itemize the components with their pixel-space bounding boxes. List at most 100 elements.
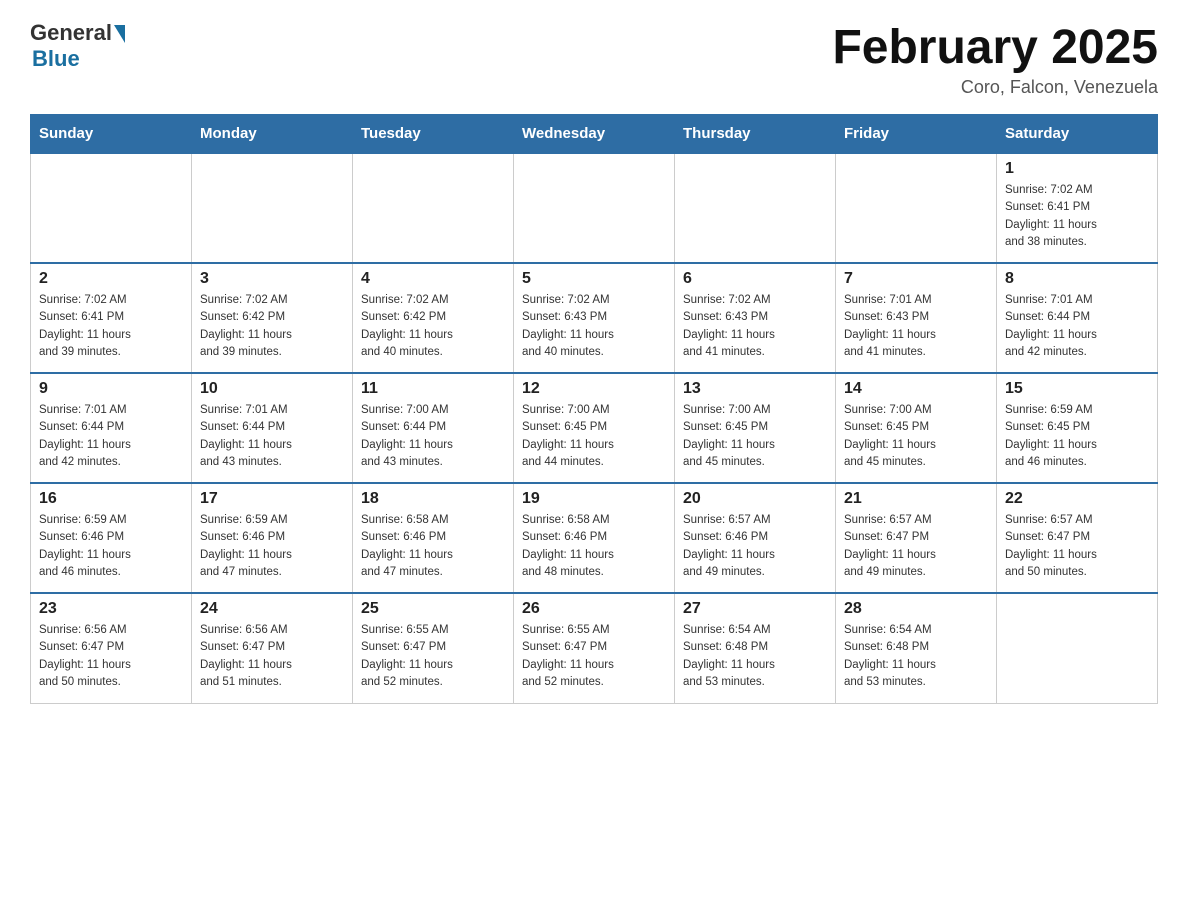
header-wednesday: Wednesday xyxy=(514,115,675,154)
day-cell: 2 Sunrise: 7:02 AM Sunset: 6:41 PM Daylig… xyxy=(31,263,192,373)
day-info: Sunrise: 6:59 AM Sunset: 6:46 PM Dayligh… xyxy=(200,512,344,581)
day-number: 8 xyxy=(1005,270,1149,288)
day-cell: 1Sunrise: 7:02 AM Sunset: 6:41 PM Daylig… xyxy=(997,153,1158,263)
day-info: Sunrise: 6:56 AM Sunset: 6:47 PM Dayligh… xyxy=(200,622,344,691)
day-number: 2 xyxy=(39,270,183,288)
day-info: Sunrise: 6:55 AM Sunset: 6:47 PM Dayligh… xyxy=(522,622,666,691)
calendar-subtitle: Coro, Falcon, Venezuela xyxy=(832,77,1158,98)
header-tuesday: Tuesday xyxy=(353,115,514,154)
day-cell: 15 Sunrise: 6:59 AM Sunset: 6:45 PM Dayli… xyxy=(997,373,1158,483)
day-info: Sunrise: 6:55 AM Sunset: 6:47 PM Dayligh… xyxy=(361,622,505,691)
day-cell: 19 Sunrise: 6:58 AM Sunset: 6:46 PM Dayli… xyxy=(514,483,675,593)
day-info: Sunrise: 7:02 AM Sunset: 6:43 PM Dayligh… xyxy=(683,292,827,361)
day-number: 15 xyxy=(1005,380,1149,398)
day-cell xyxy=(836,153,997,263)
day-number: 18 xyxy=(361,490,505,508)
day-cell: 7 Sunrise: 7:01 AM Sunset: 6:43 PM Daylig… xyxy=(836,263,997,373)
day-number: 6 xyxy=(683,270,827,288)
day-info: Sunrise: 7:02 AM Sunset: 6:42 PM Dayligh… xyxy=(200,292,344,361)
day-info: Sunrise: 7:01 AM Sunset: 6:43 PM Dayligh… xyxy=(844,292,988,361)
day-number: 25 xyxy=(361,600,505,618)
day-number: 17 xyxy=(200,490,344,508)
page-header: General Blue February 2025 Coro, Falcon,… xyxy=(30,20,1158,98)
day-number: 27 xyxy=(683,600,827,618)
day-info: Sunrise: 7:00 AM Sunset: 6:45 PM Dayligh… xyxy=(683,402,827,471)
day-number: 14 xyxy=(844,380,988,398)
day-cell: 14Sunrise: 7:00 AM Sunset: 6:45 PM Dayli… xyxy=(836,373,997,483)
day-cell xyxy=(192,153,353,263)
logo-blue-text: Blue xyxy=(32,46,80,72)
day-info: Sunrise: 7:00 AM Sunset: 6:45 PM Dayligh… xyxy=(522,402,666,471)
day-cell: 28 Sunrise: 6:54 AM Sunset: 6:48 PM Dayli… xyxy=(836,593,997,703)
day-cell: 24 Sunrise: 6:56 AM Sunset: 6:47 PM Dayli… xyxy=(192,593,353,703)
day-info: Sunrise: 6:59 AM Sunset: 6:45 PM Dayligh… xyxy=(1005,402,1149,471)
day-cell: 20Sunrise: 6:57 AM Sunset: 6:46 PM Dayli… xyxy=(675,483,836,593)
day-cell: 25 Sunrise: 6:55 AM Sunset: 6:47 PM Dayli… xyxy=(353,593,514,703)
day-cell: 3 Sunrise: 7:02 AM Sunset: 6:42 PM Daylig… xyxy=(192,263,353,373)
day-cell xyxy=(997,593,1158,703)
week-row-5: 23 Sunrise: 6:56 AM Sunset: 6:47 PM Dayli… xyxy=(31,593,1158,703)
logo-arrow-icon xyxy=(114,25,125,43)
day-cell: 12 Sunrise: 7:00 AM Sunset: 6:45 PM Dayli… xyxy=(514,373,675,483)
week-row-4: 16Sunrise: 6:59 AM Sunset: 6:46 PM Dayli… xyxy=(31,483,1158,593)
day-cell: 26Sunrise: 6:55 AM Sunset: 6:47 PM Dayli… xyxy=(514,593,675,703)
day-info: Sunrise: 7:02 AM Sunset: 6:41 PM Dayligh… xyxy=(39,292,183,361)
day-number: 13 xyxy=(683,380,827,398)
day-info: Sunrise: 6:57 AM Sunset: 6:47 PM Dayligh… xyxy=(844,512,988,581)
day-info: Sunrise: 6:58 AM Sunset: 6:46 PM Dayligh… xyxy=(522,512,666,581)
day-number: 23 xyxy=(39,600,183,618)
day-cell xyxy=(514,153,675,263)
week-row-3: 9 Sunrise: 7:01 AM Sunset: 6:44 PM Daylig… xyxy=(31,373,1158,483)
day-info: Sunrise: 7:01 AM Sunset: 6:44 PM Dayligh… xyxy=(200,402,344,471)
day-number: 9 xyxy=(39,380,183,398)
day-cell: 9Sunrise: 7:01 AM Sunset: 6:44 PM Daylig… xyxy=(31,373,192,483)
calendar-table: SundayMondayTuesdayWednesdayThursdayFrid… xyxy=(30,114,1158,704)
day-info: Sunrise: 6:54 AM Sunset: 6:48 PM Dayligh… xyxy=(844,622,988,691)
day-cell: 10 Sunrise: 7:01 AM Sunset: 6:44 PM Dayli… xyxy=(192,373,353,483)
day-info: Sunrise: 6:57 AM Sunset: 6:47 PM Dayligh… xyxy=(1005,512,1149,581)
day-number: 12 xyxy=(522,380,666,398)
day-cell: 22 Sunrise: 6:57 AM Sunset: 6:47 PM Dayli… xyxy=(997,483,1158,593)
logo: General Blue xyxy=(30,20,125,72)
day-cell: 21Sunrise: 6:57 AM Sunset: 6:47 PM Dayli… xyxy=(836,483,997,593)
day-number: 3 xyxy=(200,270,344,288)
day-cell xyxy=(675,153,836,263)
day-number: 7 xyxy=(844,270,988,288)
day-cell: 23Sunrise: 6:56 AM Sunset: 6:47 PM Dayli… xyxy=(31,593,192,703)
header-monday: Monday xyxy=(192,115,353,154)
day-info: Sunrise: 6:58 AM Sunset: 6:46 PM Dayligh… xyxy=(361,512,505,581)
day-number: 19 xyxy=(522,490,666,508)
day-number: 10 xyxy=(200,380,344,398)
day-cell xyxy=(31,153,192,263)
day-number: 22 xyxy=(1005,490,1149,508)
calendar-title: February 2025 xyxy=(832,20,1158,75)
day-info: Sunrise: 6:59 AM Sunset: 6:46 PM Dayligh… xyxy=(39,512,183,581)
logo-general-text: General xyxy=(30,20,112,46)
week-row-1: 1Sunrise: 7:02 AM Sunset: 6:41 PM Daylig… xyxy=(31,153,1158,263)
day-info: Sunrise: 7:02 AM Sunset: 6:43 PM Dayligh… xyxy=(522,292,666,361)
day-cell: 5 Sunrise: 7:02 AM Sunset: 6:43 PM Daylig… xyxy=(514,263,675,373)
day-info: Sunrise: 7:02 AM Sunset: 6:42 PM Dayligh… xyxy=(361,292,505,361)
day-cell: 13 Sunrise: 7:00 AM Sunset: 6:45 PM Dayli… xyxy=(675,373,836,483)
day-cell: 27 Sunrise: 6:54 AM Sunset: 6:48 PM Dayli… xyxy=(675,593,836,703)
calendar-body: 1 Sunrise: 7:02 AM Sunset: 6:41 PM Daylig… xyxy=(31,153,1158,703)
day-cell: 6 Sunrise: 7:02 AM Sunset: 6:43 PM Daylig… xyxy=(675,263,836,373)
week-row-2: 2 Sunrise: 7:02 AM Sunset: 6:41 PM Daylig… xyxy=(31,263,1158,373)
calendar-header: SundayMondayTuesdayWednesdayThursdayFrid… xyxy=(31,115,1158,154)
day-info: Sunrise: 6:57 AM Sunset: 6:46 PM Dayligh… xyxy=(683,512,827,581)
day-info: Sunrise: 7:00 AM Sunset: 6:44 PM Dayligh… xyxy=(361,402,505,471)
day-number: 1 xyxy=(1005,160,1149,178)
header-friday: Friday xyxy=(836,115,997,154)
day-number: 24 xyxy=(200,600,344,618)
day-info: Sunrise: 6:54 AM Sunset: 6:48 PM Dayligh… xyxy=(683,622,827,691)
day-cell: 16Sunrise: 6:59 AM Sunset: 6:46 PM Dayli… xyxy=(31,483,192,593)
days-of-week-row: SundayMondayTuesdayWednesdayThursdayFrid… xyxy=(31,115,1158,154)
title-block: February 2025 Coro, Falcon, Venezuela xyxy=(832,20,1158,98)
day-number: 5 xyxy=(522,270,666,288)
header-sunday: Sunday xyxy=(31,115,192,154)
day-cell: 11Sunrise: 7:00 AM Sunset: 6:44 PM Dayli… xyxy=(353,373,514,483)
day-number: 28 xyxy=(844,600,988,618)
day-info: Sunrise: 7:01 AM Sunset: 6:44 PM Dayligh… xyxy=(1005,292,1149,361)
day-cell: 8 Sunrise: 7:01 AM Sunset: 6:44 PM Daylig… xyxy=(997,263,1158,373)
day-cell: 4Sunrise: 7:02 AM Sunset: 6:42 PM Daylig… xyxy=(353,263,514,373)
